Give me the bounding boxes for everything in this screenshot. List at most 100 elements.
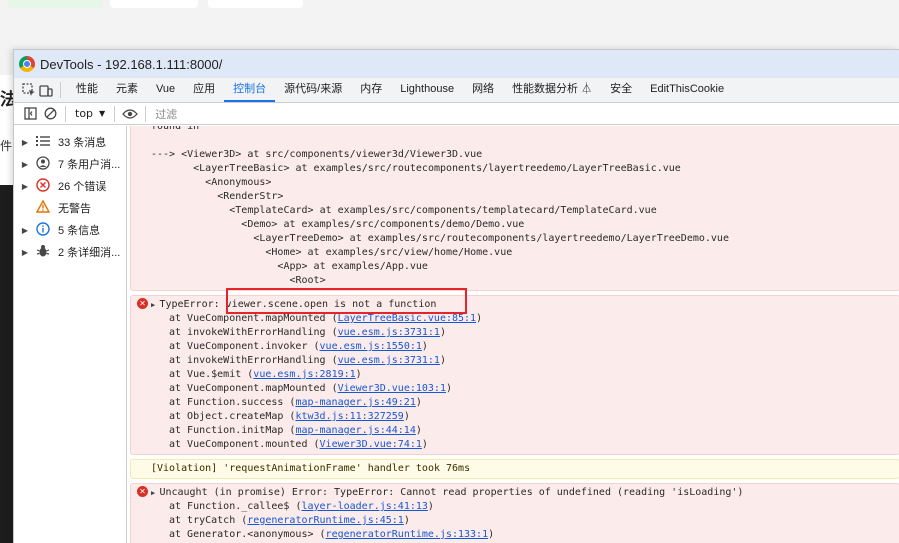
title-bar[interactable]: DevTools - 192.168.1.111:8000/ (14, 50, 899, 78)
source-link[interactable]: LayerTreeBasic.vue:85:1 (338, 313, 476, 324)
source-link[interactable]: regeneratorRuntime.js:45:1 (247, 515, 404, 526)
error-headline: ▶ Uncaught (in promise) Error: TypeError… (139, 486, 899, 500)
sidebar-item-label: 无警告 (58, 203, 91, 215)
source-link[interactable]: map-manager.js:49:21 (295, 397, 415, 408)
source-link[interactable]: vue.esm.js:1550:1 (320, 341, 422, 352)
console-messages: found in ---> <Viewer3D> at src/component… (127, 126, 899, 543)
expand-arrow-icon[interactable]: ▶ (18, 182, 32, 191)
error-headline: ▶ TypeError: viewer.scene.open is not a … (139, 298, 899, 312)
paren: ) (445, 383, 452, 394)
paren: ) (403, 411, 410, 422)
filter-input[interactable]: 过滤 (155, 106, 177, 122)
user-icon (32, 155, 54, 173)
expand-arrow-icon[interactable]: ▶ (18, 138, 32, 147)
source-link[interactable]: regeneratorRuntime.js:133:1 (326, 529, 489, 540)
bug-icon (32, 244, 54, 261)
source-link[interactable]: vue.esm.js:3731:1 (338, 327, 440, 338)
sidebar-item-label: 2 条详细消... (58, 247, 121, 259)
tab-8[interactable]: 网络 (463, 78, 503, 102)
error-message[interactable]: ✕ ▶ Uncaught (in promise) Error: TypeErro… (130, 483, 899, 543)
stack-frame-function: at VueComponent.mounted (169, 439, 308, 450)
sidebar-toggle-icon[interactable] (20, 105, 40, 123)
tab-11[interactable]: EditThisCookie (641, 78, 733, 102)
stack-frame-function: at Object.createMap (169, 411, 284, 422)
paren: ( (283, 425, 296, 436)
sidebar-item-label: 7 条用户消... (58, 159, 121, 171)
trace-line (151, 134, 899, 148)
tab-5[interactable]: 源代码/来源 (275, 78, 351, 102)
background-tab (8, 0, 103, 8)
clear-console-icon[interactable] (40, 105, 60, 123)
stack-frame-function: at Vue.$emit (169, 369, 242, 380)
source-link[interactable]: vue.esm.js:3731:1 (338, 355, 440, 366)
trace-line: <Demo> at examples/src/components/demo/D… (151, 219, 525, 230)
console-sidebar: ▶ 33 条消息 ▶ 7 条用户消... ▶ 26 个错误无警告 ▶ 5 条信息 ▶ 2 条详细消… (14, 126, 127, 543)
background-text: 件 (0, 139, 13, 153)
source-link[interactable]: vue.esm.js:2819:1 (253, 369, 355, 380)
sidebar-item-3[interactable]: 无警告 (14, 197, 126, 219)
window-title: DevTools - 192.168.1.111:8000/ (40, 56, 223, 72)
paren: ( (235, 515, 248, 526)
trace-line: <RenderStr> (151, 191, 284, 202)
tab-6[interactable]: 内存 (351, 78, 391, 102)
stack-frame: at Function.success (map-manager.js:49:2… (139, 396, 899, 410)
trace-line: <App> at examples/App.vue (151, 261, 428, 272)
stack-frame-function: at Function.initMap (169, 425, 284, 436)
source-link[interactable]: ktw3d.js:11:327259 (295, 411, 403, 422)
paren: ) (415, 425, 422, 436)
source-link[interactable]: Viewer3D.vue:103:1 (338, 383, 446, 394)
tab-2[interactable]: Vue (147, 78, 184, 102)
tab-7[interactable]: Lighthouse (391, 78, 463, 102)
sidebar-item-4[interactable]: ▶ 5 条信息 (14, 219, 126, 241)
paren: ) (439, 355, 446, 366)
tab-0[interactable]: 性能 (67, 78, 107, 102)
expand-arrow-icon[interactable]: ▶ (18, 160, 32, 169)
paren: ( (307, 341, 320, 352)
divider (114, 105, 116, 122)
stack-frame: at VueComponent.mounted (Viewer3D.vue:74… (139, 438, 899, 452)
stack-frame: at VueComponent.invoker (vue.esm.js:1550… (139, 340, 899, 354)
device-toolbar-icon[interactable] (37, 78, 54, 102)
stack-frame: at tryCatch (regeneratorRuntime.js:45:1) (139, 514, 899, 528)
stack-frame: at Object.createMap (ktw3d.js:11:327259) (139, 410, 899, 424)
paren: ) (488, 529, 495, 540)
source-link[interactable]: Viewer3D.vue:74:1 (320, 439, 422, 450)
sidebar-item-0[interactable]: ▶ 33 条消息 (14, 131, 126, 153)
stack-frame: at Generator.<anonymous> (regeneratorRun… (139, 528, 899, 542)
divider (65, 105, 66, 122)
divider (145, 105, 147, 122)
trace-line: <Root> (151, 275, 326, 286)
background-dark-panel (0, 185, 14, 543)
expand-arrow-icon[interactable]: ▶ (18, 226, 32, 235)
tab-1[interactable]: 元素 (107, 78, 147, 102)
sidebar-item-label: 33 条消息 (58, 137, 107, 149)
expand-arrow-icon[interactable]: ▶ (18, 248, 32, 257)
stack-frame: at Vue.$emit (vue.esm.js:2819:1) (139, 368, 899, 382)
context-selector[interactable]: top ▼ (71, 107, 109, 120)
source-link[interactable]: layer-loader.js:41:13 (301, 501, 427, 512)
context-selector-value: top (75, 107, 94, 120)
inspect-element-icon[interactable] (20, 78, 37, 102)
devtools-window: DevTools - 192.168.1.111:8000/ 性能 元素 Vue 应用… (13, 49, 899, 543)
info-icon (32, 221, 54, 239)
paren: ) (476, 313, 483, 324)
paren: ) (355, 369, 362, 380)
source-link[interactable]: map-manager.js:44:14 (295, 425, 415, 436)
tab-9[interactable]: 性能数据分析 ⏃ (503, 78, 601, 102)
tab-10[interactable]: 安全 (601, 78, 641, 102)
dropdown-caret-icon: ▼ (99, 109, 106, 118)
tab-4[interactable]: 控制台 (224, 78, 276, 102)
live-expression-eye-icon[interactable] (120, 105, 140, 123)
sidebar-item-label: 5 条信息 (58, 225, 101, 237)
violation-message: [Violation] 'requestAnimationFrame' hand… (130, 459, 899, 479)
panel-tabs: 性能 元素 Vue 应用 控制台 源代码/来源 内存 Lighthouse 网络 性能数据分析 ⏃… (67, 78, 733, 102)
warning-icon (32, 199, 54, 216)
sidebar-item-1[interactable]: ▶ 7 条用户消... (14, 153, 126, 175)
sidebar-item-5[interactable]: ▶ 2 条详细消... (14, 241, 126, 263)
trace-line: <Anonymous> (151, 177, 272, 188)
tab-3[interactable]: 应用 (184, 78, 224, 102)
sidebar-item-2[interactable]: ▶ 26 个错误 (14, 175, 126, 197)
paren: ( (283, 411, 296, 422)
paren: ( (325, 383, 338, 394)
error-message[interactable]: ✕ ▶ TypeError: viewer.scene.open is not a… (130, 295, 899, 455)
